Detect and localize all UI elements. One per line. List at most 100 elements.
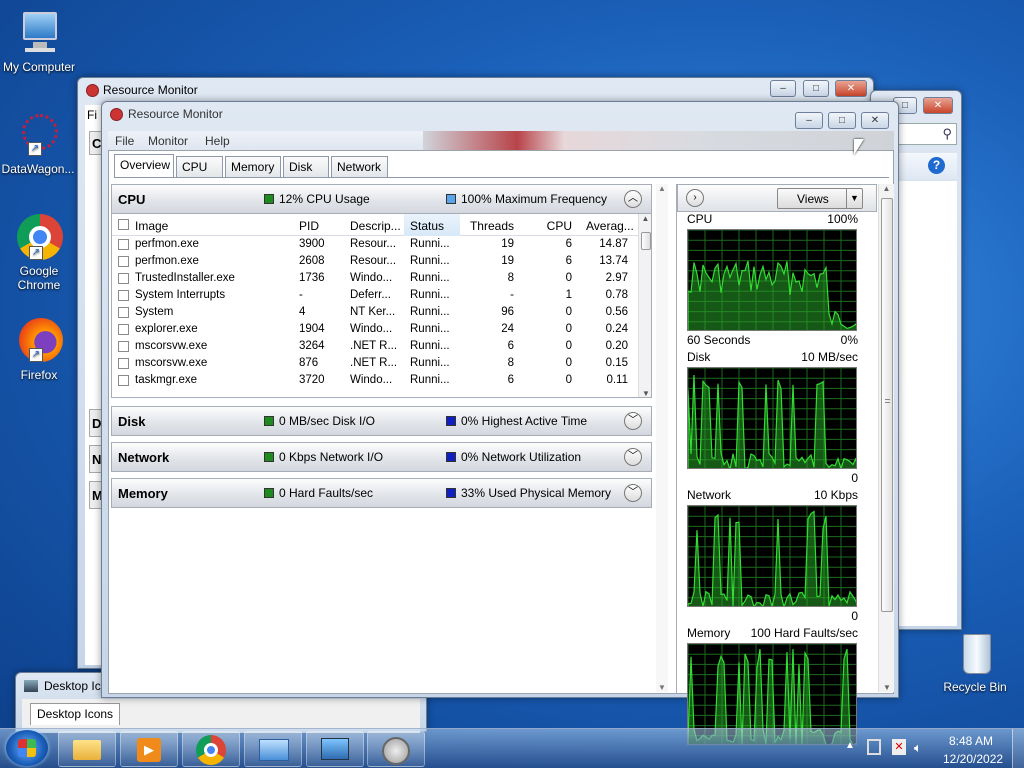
- network-section-header[interactable]: Network 0 Kbps Network I/O 0% Network Ut…: [111, 442, 652, 472]
- usage-graph: [687, 505, 857, 607]
- table-row[interactable]: System Interrupts - Deferr... Runni... - 1 0.7…: [112, 287, 638, 304]
- column-header-threads[interactable]: Threads: [464, 219, 514, 233]
- column-header-pid[interactable]: PID: [299, 219, 319, 233]
- desktop-icon-recycle-bin[interactable]: Recycle Bin: [937, 630, 1013, 694]
- desktop-icon-my-computer[interactable]: My Computer: [1, 10, 77, 74]
- maximize-button[interactable]: □: [828, 112, 856, 129]
- disk-section-header[interactable]: Disk 0 MB/sec Disk I/O 0% Highest Active…: [111, 406, 652, 436]
- cpu-section-header[interactable]: CPU 12% CPU Usage 100% Maximum Frequency…: [111, 184, 652, 214]
- chevron-down-icon[interactable]: ﹀: [624, 412, 642, 430]
- table-row[interactable]: mscorsvw.exe 3264 .NET R... Runni... 6 0 0.20: [112, 338, 638, 355]
- taskbar-explorer-button[interactable]: [58, 731, 116, 767]
- network-tray-icon[interactable]: [867, 739, 881, 755]
- disk-io-stat: 0 MB/sec Disk I/O: [264, 414, 375, 428]
- row-checkbox[interactable]: [118, 239, 129, 250]
- table-cell: 4: [299, 306, 306, 318]
- menu-help[interactable]: Help: [205, 134, 230, 148]
- table-cell: 3720: [299, 374, 325, 386]
- tab-overview[interactable]: Overview: [114, 154, 174, 177]
- left-pane-scrollbar[interactable]: ▲ ▼: [656, 184, 668, 692]
- taskbar-control-panel-button[interactable]: [244, 731, 302, 767]
- tab-disk[interactable]: Disk: [283, 156, 329, 177]
- column-header-description[interactable]: Descrip...: [350, 219, 401, 233]
- column-header-status[interactable]: Status: [410, 219, 444, 233]
- memory-section-header[interactable]: Memory 0 Hard Faults/sec 33% Used Physic…: [111, 478, 652, 508]
- taskbar-chrome-button[interactable]: [182, 731, 240, 767]
- desktop-icon-chrome[interactable]: ↗ Google Chrome: [1, 214, 77, 292]
- table-row[interactable]: perfmon.exe 3900 Resour... Runni... 19 6 14.87: [112, 236, 638, 253]
- table-cell: 1904: [299, 323, 325, 335]
- close-button[interactable]: ✕: [923, 97, 953, 114]
- table-row[interactable]: taskmgr.exe 3720 Windo... Runni... 6 0 0.11: [112, 372, 638, 389]
- resource-monitor-window[interactable]: Resource Monitor – □ ✕ File Monitor Help…: [101, 101, 899, 745]
- graph-pane-scrollbar[interactable]: ▲ ▼: [878, 184, 894, 692]
- row-checkbox[interactable]: [118, 307, 129, 318]
- header-banner-image: [423, 131, 894, 150]
- column-header-image[interactable]: Image: [135, 219, 168, 233]
- tab-desktop-icons[interactable]: Desktop Icons: [30, 703, 121, 725]
- row-checkbox[interactable]: [118, 375, 129, 386]
- close-button[interactable]: ✕: [861, 112, 889, 129]
- views-button[interactable]: Views ▼: [777, 188, 863, 209]
- row-checkbox[interactable]: [118, 290, 129, 301]
- scrollbar-thumb[interactable]: [881, 198, 893, 612]
- chevron-down-icon[interactable]: ﹀: [624, 484, 642, 502]
- resmon-icon: [110, 107, 123, 121]
- minimize-button[interactable]: –: [795, 112, 823, 129]
- chevron-up-icon[interactable]: ︿: [624, 190, 642, 208]
- hard-faults-stat: 0 Hard Faults/sec: [264, 486, 373, 500]
- column-header-average[interactable]: Averag...: [586, 219, 634, 233]
- title-bar[interactable]: Resource Monitor: [102, 102, 898, 126]
- firefox-icon: ↗: [15, 318, 63, 366]
- table-cell: 876: [299, 357, 319, 369]
- table-cell: TrustedInstaller.exe: [135, 272, 235, 284]
- table-row[interactable]: mscorsvw.exe 876 .NET R... Runni... 8 0 0.15: [112, 355, 638, 372]
- table-scrollbar[interactable]: ▲ ▼: [638, 214, 651, 397]
- table-cell: perfmon.exe: [135, 238, 199, 250]
- desktop-icon-firefox[interactable]: ↗ Firefox: [1, 318, 77, 382]
- row-checkbox[interactable]: [118, 358, 129, 369]
- chevron-down-icon[interactable]: ﹀: [624, 448, 642, 466]
- search-icon[interactable]: ⚲: [942, 126, 952, 142]
- row-checkbox[interactable]: [118, 341, 129, 352]
- usage-graph: [687, 367, 857, 469]
- select-all-checkbox[interactable]: [118, 219, 129, 230]
- taskbar-desktop-icons-button[interactable]: [306, 731, 364, 767]
- taskbar-resource-monitor-button[interactable]: [367, 731, 425, 767]
- maximize-button[interactable]: □: [803, 80, 829, 97]
- table-row[interactable]: System 4 NT Ker... Runni... 96 0 0.56: [112, 304, 638, 321]
- row-checkbox[interactable]: [118, 256, 129, 267]
- chevron-right-icon[interactable]: ›: [686, 189, 704, 207]
- tray-overflow-icon[interactable]: ▲: [845, 740, 855, 751]
- help-icon[interactable]: ?: [928, 157, 945, 174]
- table-cell: -: [510, 289, 514, 301]
- table-cell: Runni...: [410, 357, 450, 369]
- table-row[interactable]: perfmon.exe 2608 Resour... Runni... 19 6 13.74: [112, 253, 638, 270]
- tab-network[interactable]: Network: [331, 156, 388, 177]
- volume-icon[interactable]: 🔈︎: [914, 740, 922, 756]
- row-checkbox[interactable]: [118, 273, 129, 284]
- menu-file[interactable]: File: [115, 134, 134, 148]
- tab-memory[interactable]: Memory: [225, 156, 281, 177]
- folder-icon: [73, 740, 101, 760]
- action-center-icon[interactable]: ✕: [892, 739, 906, 755]
- menu-monitor[interactable]: Monitor: [148, 134, 188, 148]
- tab-strip: Overview CPU Memory Disk Network: [114, 154, 889, 178]
- clock-date[interactable]: 12/20/2022: [943, 752, 1003, 766]
- scrollbar-thumb[interactable]: [641, 232, 651, 250]
- row-checkbox[interactable]: [118, 324, 129, 335]
- table-row[interactable]: TrustedInstaller.exe 1736 Windo... Runni...…: [112, 270, 638, 287]
- table-cell: 0.56: [605, 306, 628, 318]
- table-row[interactable]: explorer.exe 1904 Windo... Runni... 24 0 0.24: [112, 321, 638, 338]
- graph-max-label: 100 Hard Faults/sec: [750, 626, 858, 640]
- start-button[interactable]: [6, 730, 48, 766]
- minimize-button[interactable]: –: [770, 80, 796, 97]
- desktop-icon-datawagon[interactable]: ↗ DataWagon...: [0, 112, 76, 176]
- tab-cpu[interactable]: CPU: [176, 156, 223, 177]
- clock-time[interactable]: 8:48 AM: [949, 734, 993, 748]
- disk-active-time-stat: 0% Highest Active Time: [446, 414, 587, 428]
- column-header-cpu[interactable]: CPU: [524, 219, 572, 233]
- show-desktop-button[interactable]: [1012, 729, 1024, 768]
- taskbar-media-player-button[interactable]: ▶: [120, 731, 178, 767]
- close-button[interactable]: ✕: [835, 80, 867, 97]
